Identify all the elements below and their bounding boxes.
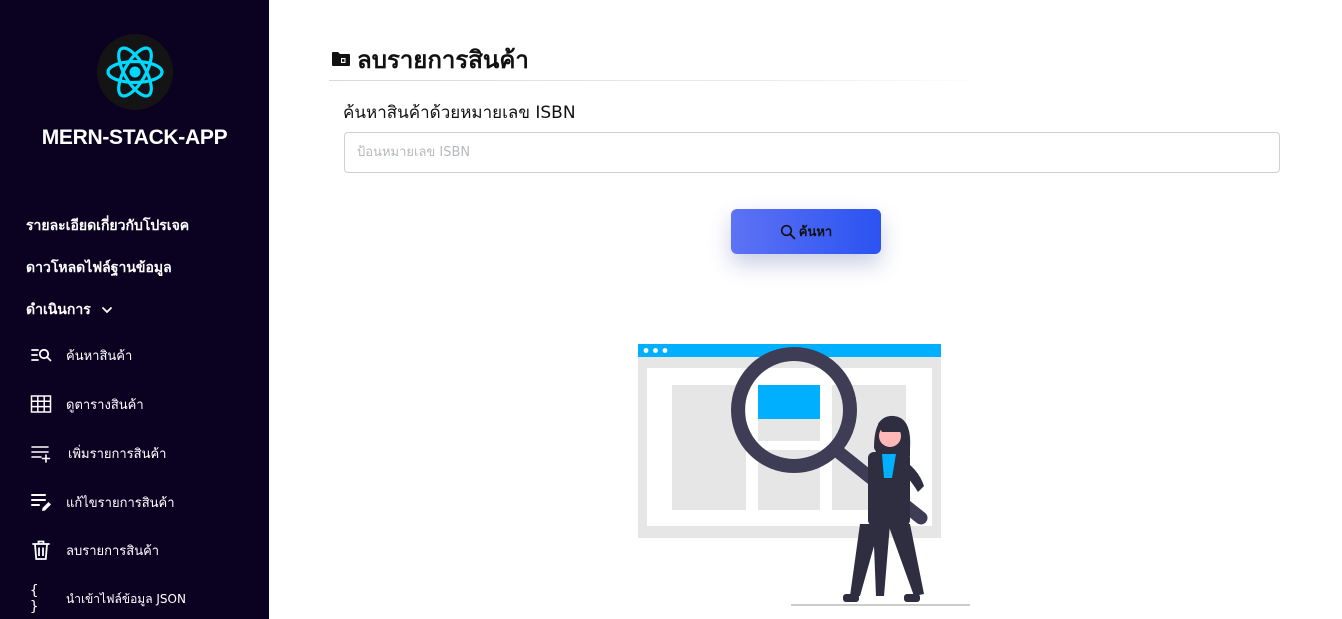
page-title-text: ลบรายการสินค้า <box>357 46 529 74</box>
search-button[interactable]: ค้นหา <box>731 209 881 254</box>
search-label: ค้นหาสินค้าด้วยหมายเลข ISBN <box>343 103 576 123</box>
sidebar-item-label: ลบรายการสินค้า <box>66 543 160 559</box>
sidebar-item-label: ดูตารางสินค้า <box>66 397 144 413</box>
sidebar-item-edit-product[interactable]: แก้ไขรายการสินค้า <box>30 491 175 513</box>
sidebar-item-label: เพิ่มรายการสินค้า <box>68 446 167 462</box>
folder-icon <box>331 46 351 74</box>
search-button-label: ค้นหา <box>798 225 833 240</box>
list-search-icon <box>30 344 52 366</box>
playlist-edit-icon <box>30 491 52 513</box>
table-icon <box>30 393 52 415</box>
sidebar: MERN-STACK-APP รายละเอียดเกี่ยวกับโปรเจค… <box>0 0 269 619</box>
sidebar-item-search-products[interactable]: ค้นหาสินค้า <box>30 344 132 366</box>
sidebar-item-add-product[interactable]: เพิ่มรายการสินค้า <box>30 442 166 464</box>
main-content: ลบรายการสินค้า ค้นหาสินค้าด้วยหมายเลข IS… <box>269 0 1342 619</box>
search-icon <box>780 224 796 240</box>
sidebar-item-label: แก้ไขรายการสินค้า <box>66 495 175 511</box>
chevron-down-icon <box>101 307 112 313</box>
nav-project-details[interactable]: รายละเอียดเกี่ยวกับโปรเจค <box>26 215 189 237</box>
nav-operations-toggle[interactable]: ดำเนินการ <box>26 299 113 321</box>
braces-icon: { } <box>30 583 39 615</box>
sidebar-item-label: ค้นหาสินค้า <box>66 348 133 364</box>
app-logo[interactable] <box>97 34 173 110</box>
isbn-search-input[interactable] <box>344 132 1280 173</box>
sidebar-item-label: นำเข้าไฟล์ข้อมูล JSON <box>66 591 186 606</box>
search-illustration <box>638 340 978 616</box>
title-divider <box>329 80 989 81</box>
nav-download-database[interactable]: ดาวโหลดไฟล์ฐานข้อมูล <box>26 257 172 279</box>
trash-icon <box>30 539 52 561</box>
react-atom-icon <box>106 46 164 98</box>
app-name: MERN-STACK-APP <box>41 126 228 149</box>
nav-operations-label: ดำเนินการ <box>26 302 91 318</box>
sidebar-item-delete-product[interactable]: ลบรายการสินค้า <box>30 539 159 561</box>
sidebar-item-view-table[interactable]: ดูตารางสินค้า <box>30 393 144 415</box>
sidebar-item-import-json[interactable]: { } นำเข้าไฟล์ข้อมูล JSON <box>30 583 186 615</box>
page-title: ลบรายการสินค้า <box>331 40 529 79</box>
playlist-add-icon <box>30 442 52 464</box>
